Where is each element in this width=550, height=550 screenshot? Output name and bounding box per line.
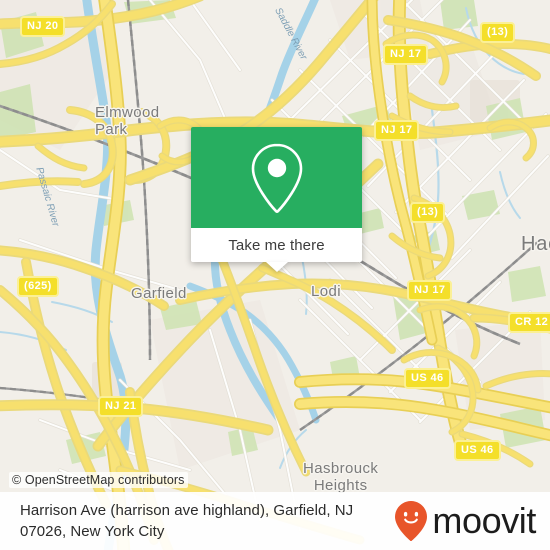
popup-pointer-tail	[265, 262, 288, 272]
moovit-wordmark: moovit	[432, 500, 536, 541]
address-text: Harrison Ave (harrison ave highland), Ga…	[20, 500, 390, 542]
moovit-map-screenshot: .casing { stroke:#ead97a; fill:none; str…	[0, 0, 550, 550]
popup-footer[interactable]: Take me there	[191, 228, 362, 262]
moovit-brand[interactable]: moovit	[394, 500, 536, 542]
popup-header	[191, 127, 362, 228]
destination-popup[interactable]: Take me there	[191, 127, 362, 272]
address-line-1: Harrison Ave (harrison ave highland), Ga…	[20, 502, 354, 519]
footer-bar: Harrison Ave (harrison ave highland), Ga…	[0, 492, 550, 550]
moovit-smiley-pin-icon	[395, 501, 428, 541]
address-line-2: 07026, New York City	[20, 523, 165, 540]
map-vector-layer: .casing { stroke:#ead97a; fill:none; str…	[0, 0, 550, 550]
location-pin-icon	[251, 143, 302, 213]
take-me-there-label: Take me there	[228, 236, 325, 254]
osm-attribution[interactable]: © OpenStreetMap contributors	[9, 472, 188, 488]
map-canvas[interactable]: .casing { stroke:#ead97a; fill:none; str…	[0, 0, 550, 550]
